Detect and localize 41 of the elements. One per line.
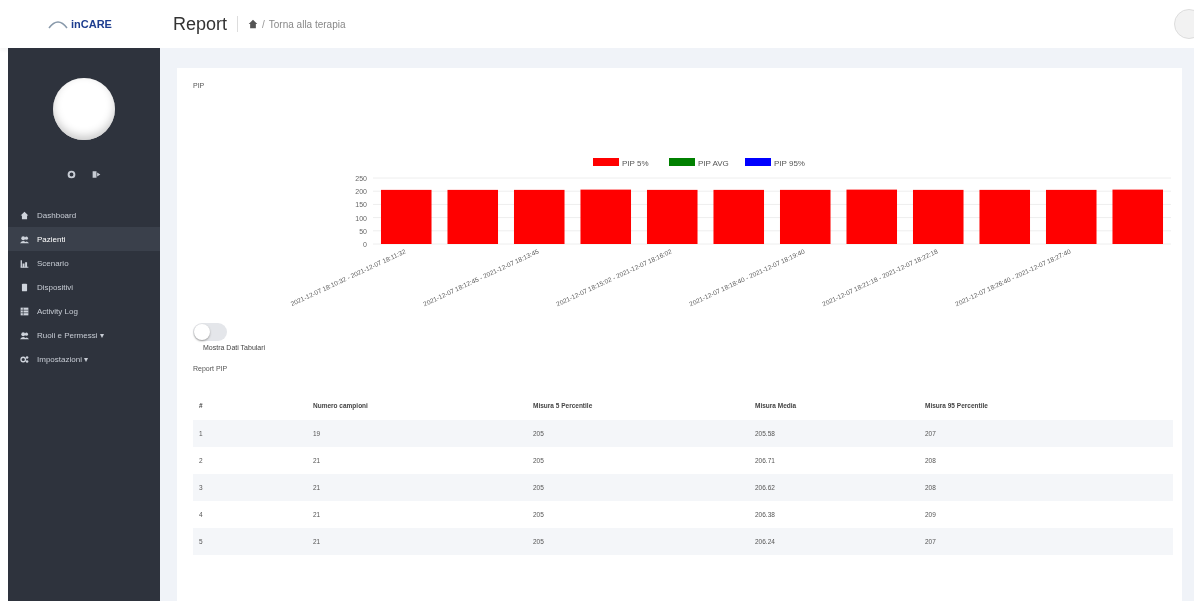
settings-icon — [20, 354, 29, 364]
breadcrumb-link[interactable]: Torna alla terapia — [268, 18, 346, 30]
bar — [979, 189, 1030, 244]
bar — [447, 189, 498, 244]
logo-icon — [48, 19, 68, 29]
legend-item[interactable]: PIP 95% — [745, 158, 805, 168]
device-icon — [20, 282, 29, 292]
bar — [913, 189, 964, 244]
legend-label: PIP AVG — [698, 159, 729, 168]
sidebar-item[interactable]: Ruoli e Permessi ▾ — [8, 323, 160, 347]
bar — [780, 189, 831, 244]
bar — [580, 189, 631, 244]
table-icon — [20, 306, 29, 316]
bar — [713, 189, 764, 244]
sidebar-item[interactable]: Pazienti — [8, 227, 160, 251]
settings-icon[interactable] — [67, 170, 76, 179]
bar — [1046, 189, 1097, 244]
bar — [514, 189, 565, 244]
bar — [1112, 189, 1163, 244]
sidebar-item[interactable]: Dashboard — [8, 203, 160, 227]
legend-item[interactable]: PIP 5% — [593, 158, 649, 168]
legend-item[interactable]: PIP AVG — [669, 158, 729, 168]
sidebar-item[interactable]: Dispositivi — [8, 275, 160, 299]
page-title: Report — [173, 13, 228, 35]
sidebar-item[interactable]: Scenario — [8, 251, 160, 275]
users-icon — [20, 330, 29, 340]
toggle-switch[interactable] — [193, 323, 227, 341]
legend-label: PIP 5% — [622, 159, 649, 168]
logo-text: inCARE — [71, 18, 112, 30]
bar — [647, 189, 698, 244]
logout-icon[interactable] — [92, 170, 101, 179]
breadcrumb-separator: / — [262, 18, 265, 30]
sidebar-item[interactable]: Impostazioni ▾ — [8, 347, 160, 371]
legend-label: PIP 95% — [774, 159, 805, 168]
sidebar-item[interactable]: Activity Log — [8, 299, 160, 323]
home-icon — [20, 210, 29, 220]
home-icon[interactable] — [248, 19, 259, 29]
bar-chart-icon — [20, 258, 29, 268]
bar — [381, 189, 432, 244]
users-icon — [20, 234, 29, 244]
bar — [846, 189, 897, 244]
